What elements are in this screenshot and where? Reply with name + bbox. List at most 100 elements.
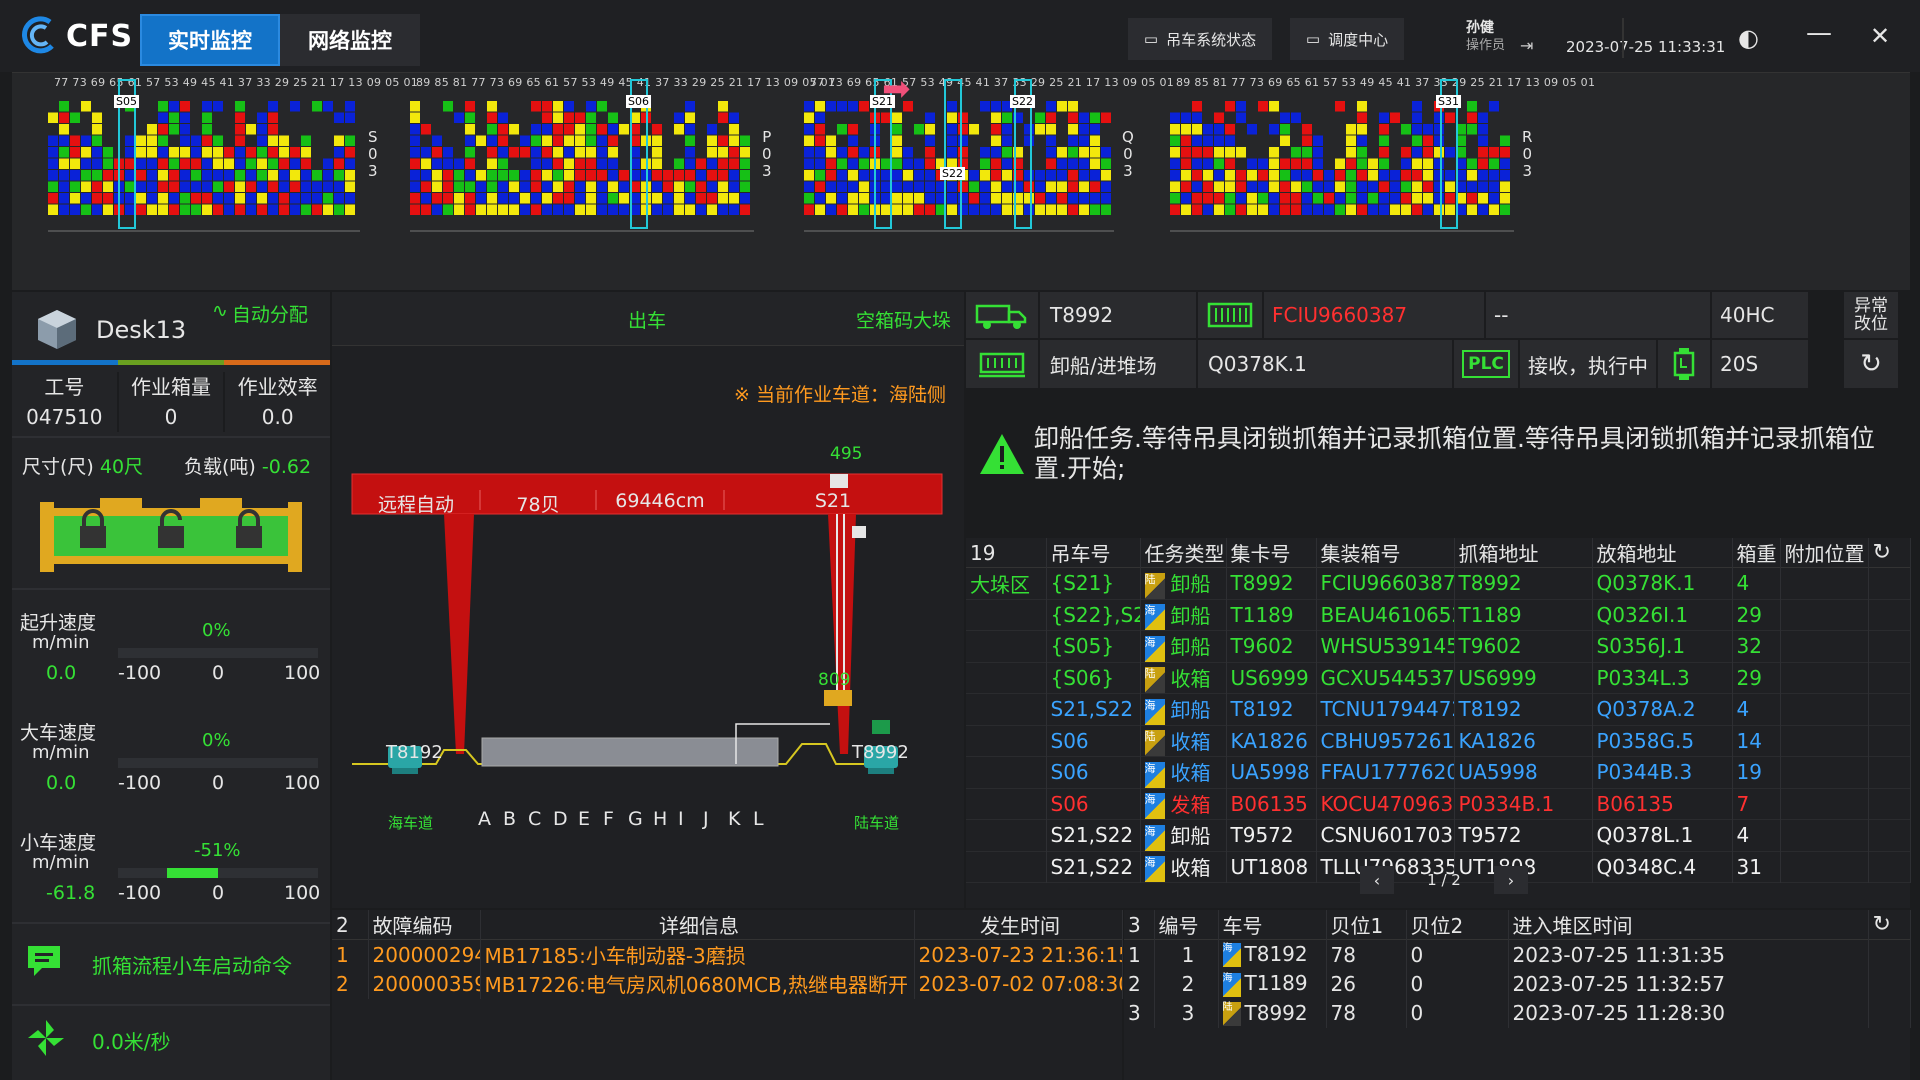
yard-slot — [1203, 181, 1213, 192]
desk-name: Desk13 — [96, 316, 187, 344]
fault-row[interactable]: 2 200000359 MB17226:电气房风机0680MCB,热继电器断开 202… — [332, 969, 1123, 999]
yard-slot — [575, 147, 585, 158]
beam-mode: 远程自动 — [377, 494, 454, 516]
yard-slot — [707, 147, 717, 158]
yard-block-grid[interactable] — [1170, 93, 1544, 243]
beam-position: 69446cm — [615, 490, 705, 512]
yard-slot — [1390, 170, 1400, 181]
yard-slot — [685, 204, 695, 215]
yard-slot — [410, 147, 420, 158]
yard-slot — [213, 101, 223, 112]
task-row[interactable]: {S05}海卸船T9602WHSU5391450T9602S0356J.132 — [966, 630, 1911, 662]
yard-slot — [804, 147, 814, 158]
yard-slot — [1046, 181, 1056, 192]
queue-refresh-icon[interactable]: ↻ — [1868, 910, 1911, 940]
yard-slot — [1269, 101, 1279, 112]
queue-row[interactable]: 2 2 海 T1189 26 0 2023-07-25 11:32:57 — [1124, 969, 1911, 999]
yard-slot — [1401, 147, 1411, 158]
next-page-button[interactable]: › — [1494, 866, 1528, 894]
yard-slot — [268, 124, 278, 135]
yard-slot — [542, 147, 552, 158]
crane-status-button[interactable]: ▭ 吊车系统状态 — [1128, 18, 1272, 60]
refresh-icon[interactable]: ↻ — [1844, 340, 1898, 388]
theme-toggle-icon[interactable]: ◐ — [1738, 24, 1759, 52]
yard-slot — [848, 193, 858, 204]
yard-slot — [465, 124, 475, 135]
yard-slot — [1379, 147, 1389, 158]
yard-slot — [1412, 181, 1422, 192]
yard-slot — [1412, 170, 1422, 181]
close-icon[interactable]: ✕ — [1870, 22, 1890, 50]
yard-slot — [410, 158, 420, 169]
task-row[interactable]: S21,S22 海卸船 T9572 CSNU6017037 T9572 Q0378L.1 4 — [966, 819, 1911, 851]
yard-slot — [191, 147, 201, 158]
yard-slot — [586, 112, 596, 123]
yard-slot — [564, 124, 574, 135]
yard-slot — [1412, 124, 1422, 135]
task-row[interactable]: S06 陆收箱 KA1826 CBHU9572610 KA1826 P0358G.5 14 — [966, 725, 1911, 757]
warning-icon — [978, 432, 1026, 481]
yard-slot — [925, 193, 935, 204]
task-crane: S06 — [1046, 788, 1141, 820]
abnormal-reposition-button[interactable]: 异常改位 — [1844, 292, 1898, 338]
minimize-icon[interactable]: — — [1806, 18, 1832, 48]
yard-slot — [608, 181, 618, 192]
yard-slot — [1280, 181, 1290, 192]
yard-slot — [685, 181, 695, 192]
yard-slot — [1079, 181, 1089, 192]
yard-slot — [454, 181, 464, 192]
yard-slot — [257, 124, 267, 135]
task-type: 发箱 — [1170, 792, 1211, 817]
dispatch-center-button[interactable]: ▭ 调度中心 — [1290, 18, 1404, 60]
tab-realtime-monitor[interactable]: 实时监控 — [140, 14, 280, 66]
yard-slot — [312, 204, 322, 215]
task-row[interactable]: {S22},S21海卸船T1189BEAU4610652T1189Q0326I.… — [966, 599, 1911, 631]
yard-slot — [1079, 204, 1089, 215]
yard-block-grid[interactable] — [410, 93, 784, 243]
task-refresh-icon[interactable]: ↻ — [1868, 538, 1911, 568]
yard-slot — [674, 181, 684, 192]
yard-slot — [1346, 147, 1356, 158]
prev-page-button[interactable]: ‹ — [1360, 866, 1394, 894]
yard-slot — [1101, 158, 1111, 169]
yard-slot — [674, 204, 684, 215]
logout-icon[interactable]: ⇥ — [1520, 36, 1533, 55]
col-container: 集装箱号 — [1316, 538, 1455, 568]
yard-slot — [465, 170, 475, 181]
col-fault-detail: 详细信息 — [480, 910, 915, 940]
task-row[interactable]: S06 海发箱 B06135 KOCU4709632 P0334B.1 B06135 7 — [966, 788, 1911, 820]
yard-block-grid[interactable] — [804, 93, 1144, 243]
task-row[interactable]: S21,S22 海卸船 T8192 TCNU1794472 T8192 Q0378A.2 4 — [966, 693, 1911, 725]
queue-row[interactable]: 1 1 海 T8192 78 0 2023-07-25 11:31:35 — [1124, 939, 1911, 969]
task-type: 卸船 — [1170, 603, 1211, 628]
task-row[interactable]: 大垛区 {S21} 陆卸船 T8992 FCIU9660387 T8992 Q0378K.1… — [966, 567, 1911, 599]
queue-row[interactable]: 3 3 陆 T8992 78 0 2023-07-25 11:28:30 — [1124, 998, 1911, 1028]
yard-slot — [180, 101, 190, 112]
auto-assign-toggle[interactable]: ∿ 自动分配 — [212, 300, 308, 327]
task-from: US6999 — [1454, 662, 1593, 694]
yard-slot — [1500, 193, 1510, 204]
yard-slot — [1357, 158, 1367, 169]
yard-slot — [476, 135, 486, 146]
yard-slot — [59, 135, 69, 146]
task-row[interactable]: S06 海收箱 UA5998 FFAU1777620 UA5998 P0344B.3 19 — [966, 756, 1911, 788]
yard-slot — [925, 112, 935, 123]
yard-slot — [1181, 158, 1191, 169]
yard-slot — [268, 204, 278, 215]
tab-network-monitor[interactable]: 网络监控 — [280, 14, 420, 66]
yard-slot — [70, 181, 80, 192]
yard-slot — [103, 193, 113, 204]
yard-slot — [1269, 204, 1279, 215]
yard-slot — [1090, 147, 1100, 158]
yard-block-grid[interactable] — [48, 93, 390, 243]
yard-slot — [608, 204, 618, 215]
yard-slot — [1192, 147, 1202, 158]
yard-slot — [837, 124, 847, 135]
bay-tick-labels: 89 85 81 77 73 69 65 61 57 53 49 45 41 3… — [1176, 76, 1596, 89]
yard-slot — [1478, 158, 1488, 169]
yard-slot — [1192, 101, 1202, 112]
fault-row[interactable]: 1 200000294 MB17185:小车制动器-3磨损 2023-07-23 21… — [332, 939, 1123, 969]
task-row[interactable]: {S06} 陆收箱 US6999 GCXU5445373 US6999 P0334L.3 2… — [966, 662, 1911, 694]
sea-side-badge-icon: 海 — [1222, 943, 1241, 968]
crane-frame-marker[interactable] — [944, 79, 962, 229]
